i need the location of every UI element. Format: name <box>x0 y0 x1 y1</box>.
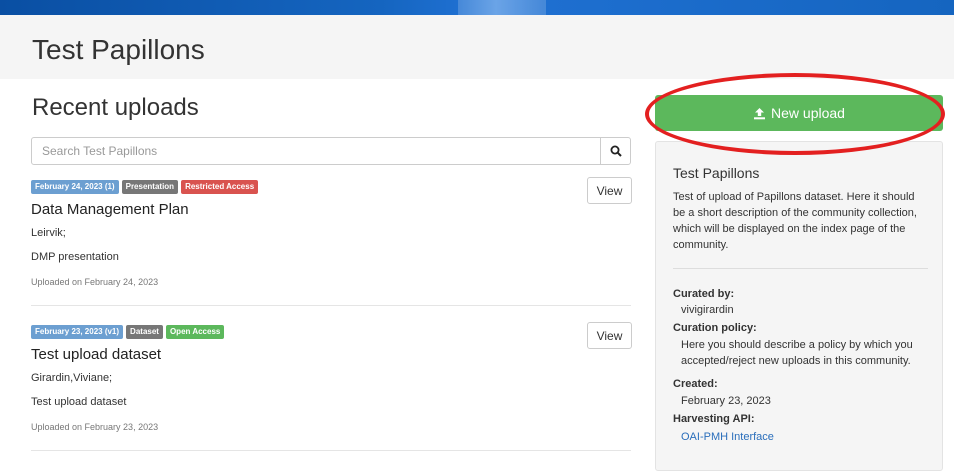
record-badges: February 24, 2023 (1) Presentation Restr… <box>31 180 259 194</box>
page-title: Test Papillons <box>32 34 205 65</box>
curation-policy-value: Here you should describe a policy by whi… <box>681 339 913 367</box>
panel-title: Test Papillons <box>673 165 760 181</box>
upload-icon <box>754 107 766 119</box>
date-badge[interactable]: February 23, 2023 (v1) <box>31 325 124 339</box>
record-divider <box>31 305 631 306</box>
curated-by-label: Curated by: <box>673 288 735 300</box>
record-badges: February 23, 2023 (v1) Dataset Open Acce… <box>31 325 225 339</box>
created-label: Created: <box>673 378 718 390</box>
search-bar <box>31 137 631 165</box>
access-badge[interactable]: Open Access <box>165 325 225 339</box>
new-upload-label: New upload <box>771 105 845 121</box>
record-title[interactable]: Data Management Plan <box>31 201 189 218</box>
view-button[interactable]: View <box>587 177 632 204</box>
search-button[interactable] <box>600 137 631 165</box>
view-button[interactable]: View <box>587 322 632 349</box>
record-description: Test upload dataset <box>31 396 127 408</box>
record-authors: Leirvik; <box>31 227 66 239</box>
oai-pmh-link[interactable]: OAI-PMH Interface <box>681 429 931 445</box>
record-uploaded-date: Uploaded on February 24, 2023 <box>31 277 159 287</box>
harvesting-api-label: Harvesting API: <box>673 413 755 425</box>
type-badge[interactable]: Presentation <box>121 180 179 194</box>
record-authors: Girardin,Viviane; <box>31 372 113 384</box>
navbar-highlight <box>458 0 546 15</box>
new-upload-button[interactable]: New upload <box>655 95 943 131</box>
record-title[interactable]: Test upload dataset <box>31 346 161 363</box>
record-description: DMP presentation <box>31 251 119 263</box>
community-info-panel: Test Papillons Test of upload of Papillo… <box>655 141 943 471</box>
record-uploaded-date: Uploaded on February 23, 2023 <box>31 422 159 432</box>
date-badge[interactable]: February 24, 2023 (1) <box>31 180 119 194</box>
top-navbar <box>0 0 954 15</box>
type-badge[interactable]: Dataset <box>126 325 163 339</box>
search-input[interactable] <box>31 137 601 165</box>
access-badge[interactable]: Restricted Access <box>181 180 259 194</box>
curated-by-value: vivigirardin <box>681 304 734 316</box>
search-icon <box>610 145 622 157</box>
curation-policy-label: Curation policy: <box>673 322 757 334</box>
section-title: Recent uploads <box>32 94 199 121</box>
created-value: February 23, 2023 <box>681 395 771 407</box>
panel-divider <box>673 268 928 269</box>
record-divider <box>31 450 631 451</box>
community-description: Test of upload of Papillons dataset. Her… <box>673 191 917 251</box>
